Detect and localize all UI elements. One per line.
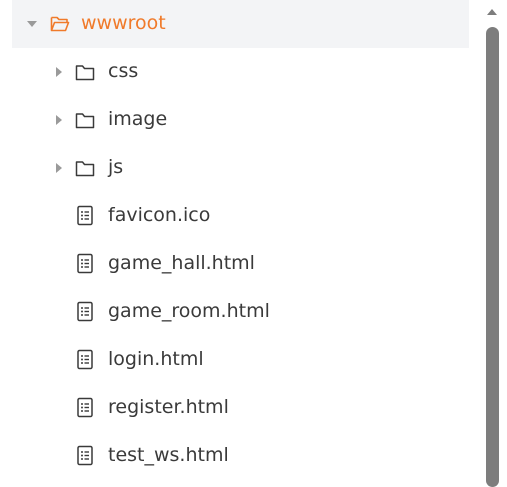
tree-item-label: css xyxy=(108,60,139,82)
scroll-up-arrow-icon[interactable] xyxy=(485,6,499,18)
folder-icon xyxy=(74,109,96,131)
tree-item-game-hall[interactable]: game_hall.html xyxy=(12,240,469,288)
tree-item-login[interactable]: login.html xyxy=(12,336,469,384)
file-list-icon xyxy=(74,348,96,370)
file-list-icon xyxy=(74,252,96,274)
file-list-icon xyxy=(74,396,96,418)
tree-item-test-ws[interactable]: test_ws.html xyxy=(12,432,469,480)
file-list-icon xyxy=(74,300,96,322)
caret-right-icon[interactable] xyxy=(52,65,66,79)
tree-item-label: image xyxy=(108,108,168,130)
folder-icon xyxy=(74,61,96,83)
file-list-icon xyxy=(74,204,96,226)
tree-item-image[interactable]: image xyxy=(12,96,469,144)
file-list-icon xyxy=(74,444,96,466)
tree-item-css[interactable]: css xyxy=(12,48,469,96)
tree-item-label: wwwroot xyxy=(81,12,166,34)
tree-item-label: js xyxy=(108,156,124,178)
tree-item-register[interactable]: register.html xyxy=(12,384,469,432)
file-tree: wwwroot css image js favicon.ico game_ha… xyxy=(0,0,480,475)
tree-item-label: favicon.ico xyxy=(108,204,211,226)
tree-item-label: register.html xyxy=(108,396,229,418)
tree-item-label: login.html xyxy=(108,348,204,370)
tree-item-label: game_room.html xyxy=(108,300,270,322)
caret-right-icon[interactable] xyxy=(52,161,66,175)
folder-icon xyxy=(74,157,96,179)
folder-open-icon xyxy=(49,13,71,35)
caret-down-icon[interactable] xyxy=(25,17,39,31)
tree-item-game-room[interactable]: game_room.html xyxy=(12,288,469,336)
tree-item-favicon[interactable]: favicon.ico xyxy=(12,192,469,240)
tree-item-label: test_ws.html xyxy=(108,444,229,466)
scrollbar-thumb[interactable] xyxy=(486,27,499,487)
tree-item-js[interactable]: js xyxy=(12,144,469,192)
caret-right-icon[interactable] xyxy=(52,113,66,127)
tree-item-wwwroot[interactable]: wwwroot xyxy=(12,0,469,48)
tree-item-label: game_hall.html xyxy=(108,252,255,274)
